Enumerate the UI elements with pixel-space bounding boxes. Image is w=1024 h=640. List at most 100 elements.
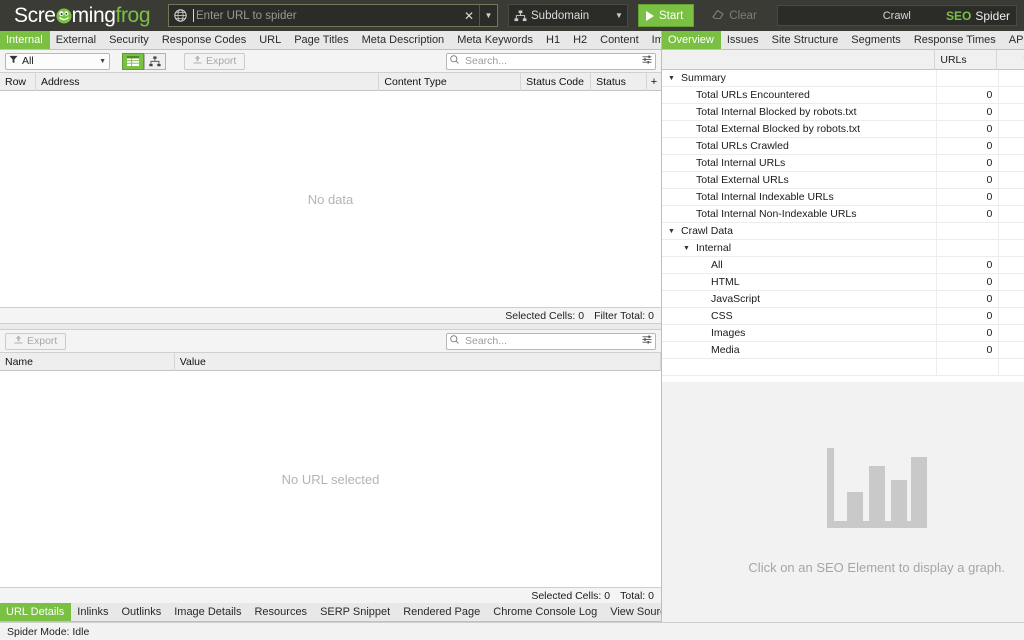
tab-h1[interactable]: H1 — [540, 31, 567, 49]
start-button[interactable]: Start — [638, 4, 694, 27]
export-button[interactable]: Export — [184, 53, 245, 70]
expand-toggle-icon[interactable]: ▼ — [666, 75, 677, 82]
table-row[interactable]: Total URLs Crawled00% — [662, 138, 1024, 155]
column-status-code[interactable]: Status Code — [521, 73, 591, 91]
tab-overview[interactable]: Overview — [662, 31, 721, 49]
results-table-empty-state: No data — [0, 91, 661, 307]
tab-external[interactable]: External — [50, 31, 103, 49]
expand-toggle-icon[interactable]: ▼ — [666, 228, 677, 235]
table-row[interactable]: JavaScript00% — [662, 291, 1024, 308]
sliders-icon[interactable] — [642, 55, 652, 67]
table-row[interactable]: Total Internal Blocked by robots.txt00% — [662, 104, 1024, 121]
table-row[interactable]: HTML00% — [662, 274, 1024, 291]
clear-button-label: Clear — [729, 10, 756, 22]
overview-row-name: JavaScript — [662, 291, 937, 307]
tree-view-icon[interactable] — [144, 53, 166, 70]
tab-view-source[interactable]: View Source — [604, 603, 661, 621]
tab-serp-snippet[interactable]: SERP Snippet — [314, 603, 397, 621]
overview-col-pct[interactable]: % of Total — [997, 50, 1024, 70]
column-address[interactable]: Address — [36, 73, 379, 91]
right-panel-splitter[interactable] — [662, 382, 1024, 396]
table-row[interactable] — [662, 359, 1024, 376]
table-row[interactable]: Total External Blocked by robots.txt00% — [662, 121, 1024, 138]
sliders-icon[interactable] — [642, 335, 652, 347]
tab-image-details[interactable]: Image Details — [168, 603, 248, 621]
tab-h2[interactable]: H2 — [567, 31, 594, 49]
search-box[interactable] — [446, 53, 656, 70]
detail-column-name[interactable]: Name — [0, 353, 175, 371]
table-row[interactable]: Total External URLs00% — [662, 172, 1024, 189]
table-row[interactable]: Images00% — [662, 325, 1024, 342]
tab-outlinks[interactable]: Outlinks — [115, 603, 168, 621]
tab-rendered-page[interactable]: Rendered Page — [397, 603, 487, 621]
overview-row-label: JavaScript — [707, 293, 760, 305]
column-row[interactable]: Row — [0, 73, 36, 91]
chevron-down-icon[interactable]: ▼ — [611, 11, 627, 20]
chevron-down-icon[interactable]: ▼ — [99, 58, 106, 65]
tab-meta-description[interactable]: Meta Description — [356, 31, 452, 49]
tab-images[interactable]: Images — [646, 31, 661, 49]
tab-internal[interactable]: Internal — [0, 31, 50, 49]
status-bar: Spider Mode: Idle — [0, 622, 1024, 640]
overview-row-percent: 0% — [999, 87, 1024, 103]
lower-export-button[interactable]: Export — [5, 333, 66, 350]
table-row[interactable]: Total Internal Indexable URLs00% — [662, 189, 1024, 206]
detail-column-value[interactable]: Value — [175, 353, 661, 371]
list-view-icon[interactable] — [122, 53, 144, 70]
tab-content[interactable]: Content — [594, 31, 646, 49]
overview-row-urls: 0 — [937, 189, 999, 205]
url-input-container[interactable]: ✕ ▼ — [168, 4, 498, 27]
filter-dropdown[interactable]: All ▼ — [5, 53, 110, 70]
url-input[interactable] — [194, 10, 459, 22]
logo-text-mid: ming — [72, 4, 116, 28]
overview-tree-table: ▼SummaryTotal URLs Encountered00%Total I… — [662, 70, 1024, 382]
tab-response-codes[interactable]: Response Codes — [156, 31, 253, 49]
column-status[interactable]: Status — [591, 73, 647, 91]
column-content-type[interactable]: Content Type — [379, 73, 521, 91]
tab-response-times[interactable]: Response Times — [908, 31, 1003, 49]
crawl-progress-label: Crawl — [883, 10, 911, 22]
globe-icon — [169, 9, 191, 22]
tab-url-details[interactable]: URL Details — [0, 603, 71, 621]
tab-chrome-console-log[interactable]: Chrome Console Log — [487, 603, 604, 621]
overview-row-label: Total Internal Indexable URLs — [692, 191, 834, 203]
graph-panel: Click on an SEO Element to display a gra… — [662, 396, 1024, 622]
tab-url[interactable]: URL — [253, 31, 288, 49]
tab-issues[interactable]: Issues — [721, 31, 766, 49]
lower-search-input[interactable] — [463, 334, 638, 348]
tab-page-titles[interactable]: Page Titles — [288, 31, 355, 49]
overview-col-urls[interactable]: URLs — [935, 50, 997, 70]
tab-security[interactable]: Security — [103, 31, 156, 49]
clear-button[interactable]: Clear — [702, 4, 766, 27]
tab-api[interactable]: API — [1003, 31, 1024, 49]
expand-toggle-icon[interactable]: ▼ — [681, 245, 692, 252]
table-row[interactable]: ▼Summary — [662, 70, 1024, 87]
tab-site-structure[interactable]: Site Structure — [766, 31, 846, 49]
frog-icon — [56, 8, 72, 24]
table-row[interactable]: ▼Crawl Data — [662, 223, 1024, 240]
search-input[interactable] — [463, 54, 638, 68]
overview-col-name[interactable] — [662, 50, 935, 70]
table-row[interactable]: Media00% — [662, 342, 1024, 359]
table-row[interactable]: CSS00% — [662, 308, 1024, 325]
tab-resources[interactable]: Resources — [248, 603, 314, 621]
overview-row-percent: 0% — [999, 172, 1024, 188]
top-toolbar: Scremingfrog ✕ ▼ Subdomain ▼ Start — [0, 0, 1024, 31]
table-row[interactable]: ▼Internal — [662, 240, 1024, 257]
tab-segments[interactable]: Segments — [845, 31, 908, 49]
crawl-scope-selector[interactable]: Subdomain ▼ — [508, 4, 628, 27]
table-row[interactable]: Total URLs Encountered00% — [662, 87, 1024, 104]
url-clear-icon[interactable]: ✕ — [459, 9, 479, 23]
overview-row-name: Total Internal Non-Indexable URLs — [662, 206, 937, 222]
url-history-dropdown-icon[interactable]: ▼ — [479, 5, 497, 26]
logo-text-right: frog — [116, 4, 151, 28]
horizontal-splitter[interactable] — [0, 323, 661, 330]
overview-row-percent — [999, 359, 1024, 375]
table-row[interactable]: All00% — [662, 257, 1024, 274]
table-row[interactable]: Total Internal URLs00% — [662, 155, 1024, 172]
tab-inlinks[interactable]: Inlinks — [71, 603, 115, 621]
lower-search-box[interactable] — [446, 333, 656, 350]
table-row[interactable]: Total Internal Non-Indexable URLs00% — [662, 206, 1024, 223]
add-column-button[interactable]: + — [647, 73, 661, 91]
tab-meta-keywords[interactable]: Meta Keywords — [451, 31, 540, 49]
